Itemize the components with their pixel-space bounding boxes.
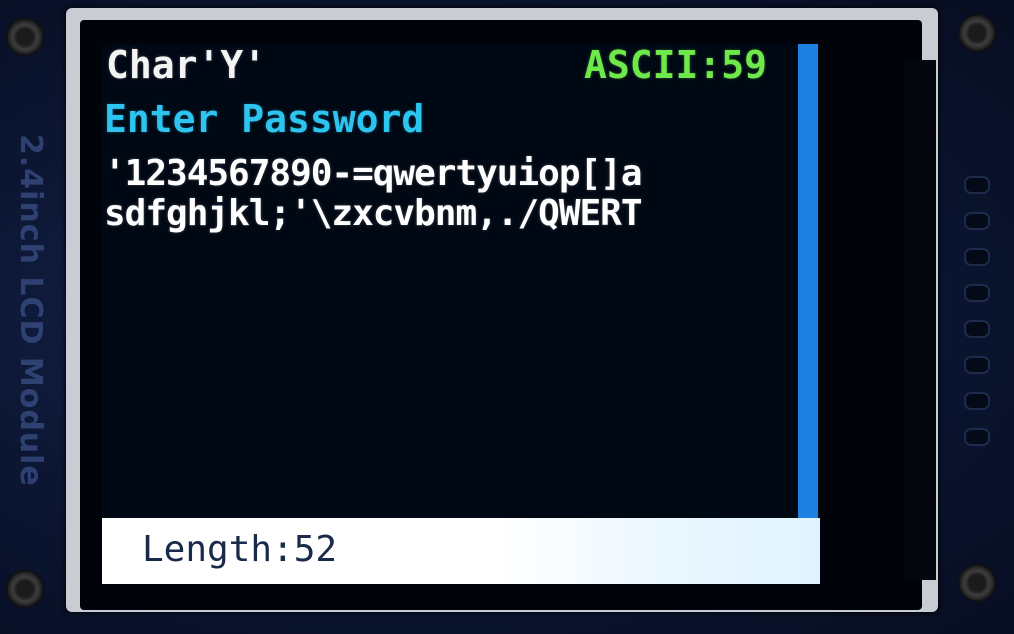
password-text-line: '1234567890-=qwertyuiop[]a xyxy=(104,153,643,194)
header-pin-icon xyxy=(964,428,990,446)
header-pin-icon xyxy=(964,392,990,410)
header-pin-icon xyxy=(964,356,990,374)
current-char-label: Char'Y' xyxy=(106,43,267,87)
scrollbar xyxy=(798,44,818,518)
password-length-label: Length:52 xyxy=(142,529,338,570)
header-pin-icon xyxy=(964,212,990,230)
lcd-module-board: 2.4inch LCD Module Char'Y' ASCII:59 Ente… xyxy=(0,0,1014,634)
header-pin-icon xyxy=(964,248,990,266)
password-text-line: sdfghjkl;'\zxcvbnm,./QWERT xyxy=(104,193,643,234)
header-pin-icon xyxy=(964,176,990,194)
ascii-code-label: ASCII:59 xyxy=(584,43,768,87)
password-prompt: Enter Password xyxy=(104,97,425,141)
header-pin-icon xyxy=(964,284,990,302)
mounting-hole-icon xyxy=(958,564,996,602)
header-pin-icon xyxy=(964,320,990,338)
mounting-hole-icon xyxy=(6,18,44,56)
mounting-hole-icon xyxy=(958,14,996,52)
module-side-label: 2.4inch LCD Module xyxy=(13,133,48,487)
panel-edge xyxy=(904,60,936,580)
mounting-hole-icon xyxy=(6,570,44,608)
